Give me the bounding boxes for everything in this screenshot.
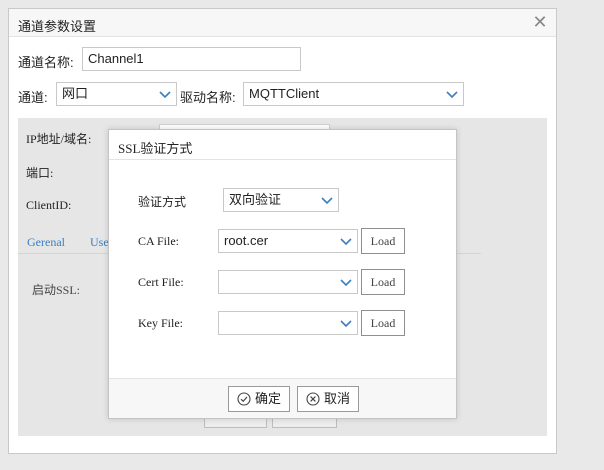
channel-label: 通道: — [18, 90, 48, 105]
ca-load-button[interactable]: Load — [361, 228, 405, 254]
modal-title: SSL验证方式 — [118, 141, 193, 156]
cancel-button[interactable]: 取消 — [297, 386, 360, 412]
chevron-down-icon — [446, 91, 458, 99]
cert-file-label: Cert File: — [138, 275, 184, 289]
ca-file-select[interactable]: root.cer — [218, 229, 358, 253]
verify-mode-select[interactable]: 双向验证 — [223, 188, 339, 212]
enable-ssl-label: 启动SSL: — [32, 283, 81, 297]
key-load-button[interactable]: Load — [361, 310, 405, 336]
verify-mode-value: 双向验证 — [229, 192, 282, 207]
channel-name-input[interactable]: Channel1 — [82, 47, 301, 71]
ca-file-label: CA File: — [138, 234, 180, 248]
chevron-down-icon — [159, 91, 171, 99]
modal-header: SSL验证方式 — [109, 130, 456, 160]
close-icon[interactable]: ✕ — [530, 12, 550, 32]
tab-user[interactable]: Use — [90, 235, 109, 250]
port-label: 端口: — [26, 166, 54, 180]
driver-select-value: MQTTClient — [249, 86, 320, 101]
check-circle-icon — [237, 392, 251, 406]
dialog-header: 通道参数设置 ✕ — [9, 9, 556, 37]
key-file-label: Key File: — [138, 316, 183, 330]
channel-name-label: 通道名称: — [18, 55, 74, 70]
cancel-button-label: 取消 — [324, 391, 351, 406]
chevron-down-icon — [321, 197, 333, 205]
ip-address-label: IP地址/域名: — [26, 132, 92, 146]
cert-load-button[interactable]: Load — [361, 269, 405, 295]
ok-button-label: 确定 — [255, 391, 282, 406]
driver-label: 驱动名称: — [180, 90, 236, 105]
chevron-down-icon — [340, 279, 352, 287]
clientid-label: ClientID: — [26, 198, 72, 212]
chevron-down-icon — [340, 320, 352, 328]
tab-general[interactable]: Gerenal — [27, 235, 65, 250]
dialog-title: 通道参数设置 — [18, 19, 97, 34]
cert-file-select[interactable] — [218, 270, 358, 294]
channel-select[interactable]: 网口 — [56, 82, 177, 106]
ca-file-value: root.cer — [224, 233, 269, 248]
channel-select-value: 网口 — [62, 86, 89, 101]
modal-footer: 确定 取消 — [109, 378, 456, 418]
verify-mode-label: 验证方式 — [138, 195, 187, 209]
chevron-down-icon — [340, 238, 352, 246]
key-file-select[interactable] — [218, 311, 358, 335]
close-circle-icon — [306, 392, 320, 406]
ok-button[interactable]: 确定 — [228, 386, 291, 412]
driver-select[interactable]: MQTTClient — [243, 82, 464, 106]
ssl-verification-dialog: SSL验证方式 验证方式 双向验证 CA File: root.cer Load… — [108, 129, 457, 419]
